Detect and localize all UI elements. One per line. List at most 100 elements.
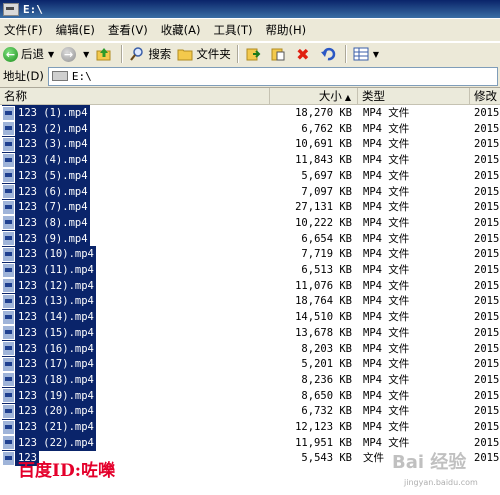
delete-button[interactable]: ✖ [292, 44, 317, 64]
menu-view[interactable]: 查看(V) [104, 22, 157, 38]
file-row[interactable]: 123 (9).mp4 6,654 KB MP4 文件 2015- [0, 230, 500, 247]
address-path: E:\ [71, 69, 92, 83]
file-row[interactable]: 123 (3).mp4 10,691 KB MP4 文件 2015- [0, 136, 500, 153]
file-size: 18,764 KB [295, 295, 352, 308]
move-to-button[interactable] [242, 44, 267, 64]
address-bar: 地址(D) E:\ [0, 65, 500, 88]
file-row[interactable]: 123 (15).mp4 13,678 KB MP4 文件 2015- [0, 324, 500, 341]
toolbar: ← 后退 ▼ → ▼ 搜索 文件夹 ✖ ▼ [0, 42, 500, 66]
file-size: 6,654 KB [301, 232, 352, 245]
file-row[interactable]: 123 (10).mp4 7,719 KB MP4 文件 2015- [0, 246, 500, 263]
file-name-cell[interactable]: 123 (8).mp4 [2, 214, 90, 231]
menu-file[interactable]: 文件(F) [0, 22, 52, 38]
file-size: 11,843 KB [295, 154, 352, 167]
file-name-cell[interactable]: 123 (21).mp4 [2, 419, 96, 435]
file-name-cell[interactable]: 123 (10).mp4 [2, 246, 96, 263]
file-row[interactable]: 123 (4).mp4 11,843 KB MP4 文件 2015- [0, 152, 500, 169]
file-name-cell[interactable]: 123 (12).mp4 [2, 277, 96, 294]
file-date: 2015- [474, 452, 500, 465]
column-date-header[interactable]: 修改 [470, 88, 500, 104]
file-date: 2015- [474, 154, 500, 167]
up-folder-button[interactable] [93, 44, 118, 64]
menu-tools[interactable]: 工具(T) [210, 22, 262, 38]
file-row[interactable]: 123 (20).mp4 6,732 KB MP4 文件 2015- [0, 403, 500, 420]
file-size: 14,510 KB [295, 311, 352, 324]
file-row[interactable]: 123 (8).mp4 10,222 KB MP4 文件 2015- [0, 214, 500, 231]
file-name-cell[interactable]: 123 (1).mp4 [2, 105, 90, 121]
window-title: E:\ [23, 2, 43, 16]
file-row[interactable]: 123 (13).mp4 18,764 KB MP4 文件 2015- [0, 293, 500, 310]
file-name-cell[interactable]: 123 (15).mp4 [2, 324, 96, 341]
file-name-cell[interactable]: 123 (3).mp4 [2, 136, 90, 153]
file-row[interactable]: 123 (1).mp4 18,270 KB MP4 文件 2015- [0, 105, 500, 121]
copy-to-icon [270, 46, 286, 62]
file-row[interactable]: 123 (19).mp4 8,650 KB MP4 文件 2015- [0, 387, 500, 404]
back-label: 后退 [21, 47, 44, 61]
file-name-cell[interactable]: 123 (4).mp4 [2, 152, 90, 169]
address-input[interactable]: E:\ [47, 66, 498, 86]
menu-edit[interactable]: 编辑(E) [52, 22, 104, 38]
views-dropdown-icon: ▼ [372, 49, 379, 59]
menu-bar: 文件(F) 编辑(E) 查看(V) 收藏(A) 工具(T) 帮助(H) [0, 19, 500, 42]
file-size: 8,236 KB [301, 373, 352, 386]
video-file-icon [2, 356, 15, 372]
file-row[interactable]: 123 (16).mp4 8,203 KB MP4 文件 2015- [0, 340, 500, 357]
baidu-watermark-url: jingyan.baidu.com [404, 478, 478, 487]
file-type: MP4 文件 [363, 295, 410, 308]
file-row[interactable]: 123 (6).mp4 7,097 KB MP4 文件 2015- [0, 183, 500, 200]
file-name-cell[interactable]: 123 (5).mp4 [2, 167, 90, 184]
file-type: MP4 文件 [363, 373, 410, 386]
file-row[interactable]: 123 (2).mp4 6,762 KB MP4 文件 2015- [0, 120, 500, 137]
file-row[interactable]: 123 (17).mp4 5,201 KB MP4 文件 2015- [0, 356, 500, 373]
folders-button[interactable]: 文件夹 [174, 44, 234, 64]
file-row[interactable]: 123 (18).mp4 8,236 KB MP4 文件 2015- [0, 371, 500, 388]
file-name-cell[interactable]: 123 (17).mp4 [2, 356, 96, 373]
file-name: 123 (11).mp4 [18, 264, 94, 276]
undo-button[interactable] [317, 44, 342, 64]
file-name-cell[interactable]: 123 (14).mp4 [2, 309, 96, 326]
file-row[interactable]: 123 (7).mp4 27,131 KB MP4 文件 2015- [0, 199, 500, 216]
file-date: 2015- [474, 264, 500, 276]
file-name-cell[interactable]: 123 (13).mp4 [2, 293, 96, 310]
column-size-header[interactable]: 大小 ▲ [270, 88, 358, 104]
file-name-cell[interactable]: 123 (22).mp4 [2, 434, 96, 451]
file-row[interactable]: 123 (11).mp4 6,513 KB MP4 文件 2015- [0, 262, 500, 278]
views-button[interactable]: ▼ [350, 44, 386, 64]
column-type-header[interactable]: 类型 [358, 88, 470, 104]
file-type: MP4 文件 [363, 248, 410, 261]
file-name-cell[interactable]: 123 (7).mp4 [2, 199, 90, 216]
file-name-cell[interactable]: 123 (16).mp4 [2, 340, 96, 357]
file-type: MP4 文件 [363, 342, 410, 355]
menu-help[interactable]: 帮助(H) [262, 22, 316, 38]
file-type: MP4 文件 [363, 421, 410, 433]
forward-dropdown-icon[interactable]: ▼ [83, 50, 89, 59]
copy-to-button[interactable] [267, 44, 292, 64]
file-type: MP4 文件 [363, 326, 410, 339]
column-name-header[interactable]: 名称 [0, 88, 270, 104]
file-name-cell[interactable]: 123 (20).mp4 [2, 403, 96, 420]
file-name: 123 (18).mp4 [18, 373, 94, 386]
search-button[interactable]: 搜索 [126, 44, 174, 64]
search-icon [129, 46, 145, 62]
file-row[interactable]: 123 (12).mp4 11,076 KB MP4 文件 2015- [0, 277, 500, 294]
file-row[interactable]: 123 (21).mp4 12,123 KB MP4 文件 2015- [0, 419, 500, 435]
back-button[interactable]: ← 后退 [0, 44, 47, 64]
back-dropdown-icon[interactable]: ▼ [48, 50, 54, 59]
file-name-cell[interactable]: 123 (9).mp4 [2, 230, 90, 247]
file-row[interactable]: 123 (5).mp4 5,697 KB MP4 文件 2015- [0, 167, 500, 184]
forward-button[interactable]: → [58, 44, 82, 64]
file-name-cell[interactable]: 123 (6).mp4 [2, 183, 90, 200]
video-file-icon [2, 278, 15, 294]
file-size: 8,203 KB [301, 342, 352, 355]
file-type: MP4 文件 [363, 279, 410, 292]
file-name-cell[interactable]: 123 (11).mp4 [2, 262, 96, 278]
file-row[interactable]: 123 (14).mp4 14,510 KB MP4 文件 2015- [0, 309, 500, 326]
video-file-icon [2, 341, 15, 356]
author-caption: 百度ID:咗嚛 [18, 461, 115, 481]
video-file-icon [2, 136, 15, 152]
file-size: 6,762 KB [301, 122, 352, 135]
file-name-cell[interactable]: 123 (2).mp4 [2, 120, 90, 137]
file-name-cell[interactable]: 123 (19).mp4 [2, 387, 96, 404]
menu-favorites[interactable]: 收藏(A) [157, 22, 210, 38]
file-name-cell[interactable]: 123 (18).mp4 [2, 371, 96, 388]
